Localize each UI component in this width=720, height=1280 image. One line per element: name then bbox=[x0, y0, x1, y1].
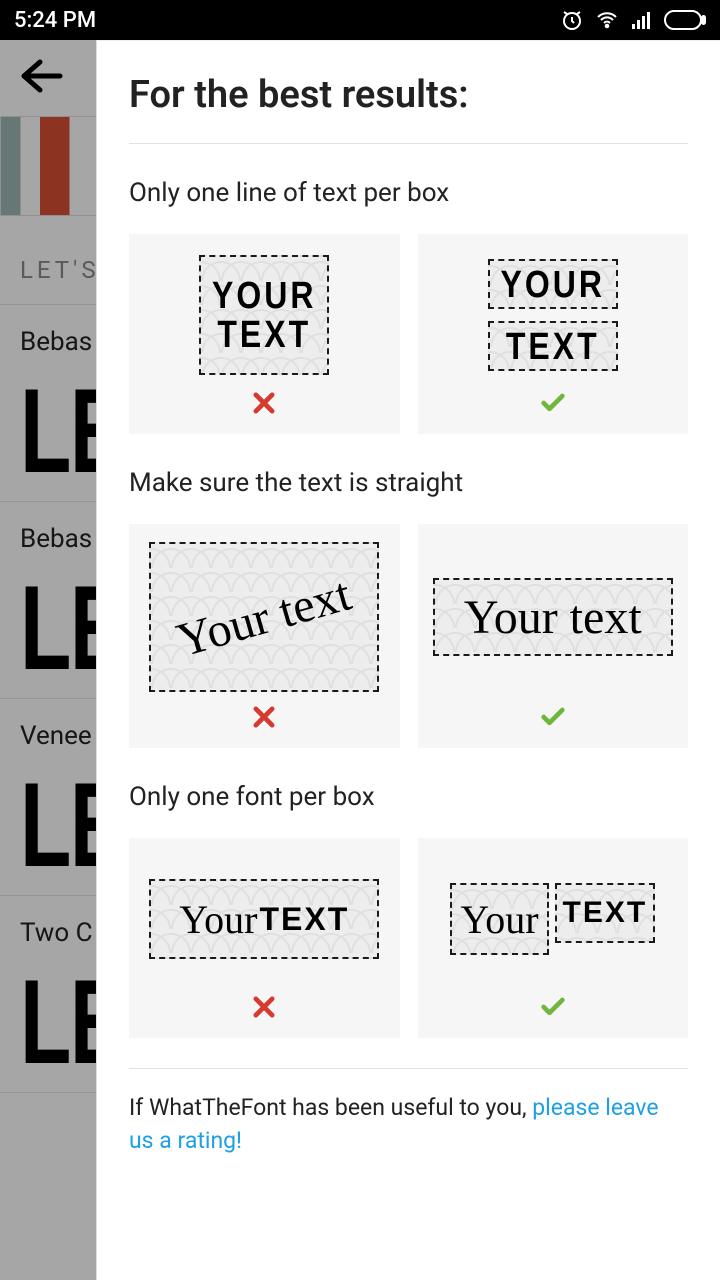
sample-text: TEXT bbox=[217, 312, 311, 356]
right-example: Your text bbox=[433, 578, 673, 656]
sample-text: Your bbox=[179, 896, 257, 943]
tip-title: Only one font per box bbox=[129, 782, 688, 812]
status-icons bbox=[560, 8, 706, 32]
cross-icon bbox=[250, 386, 278, 420]
footer-text: If WhatTheFont has been useful to you, p… bbox=[129, 1068, 688, 1158]
wrong-example: Your TEXT bbox=[149, 879, 379, 959]
cross-icon bbox=[250, 700, 278, 734]
wrong-example: Your text bbox=[149, 542, 379, 692]
check-icon bbox=[537, 990, 569, 1024]
sample-text: Your text bbox=[171, 566, 357, 668]
tip-wrong-card: Your TEXT bbox=[129, 838, 400, 1038]
sample-text: Your text bbox=[464, 590, 642, 645]
right-example: Your bbox=[450, 883, 548, 955]
tip-title: Make sure the text is straight bbox=[129, 468, 688, 498]
tips-sheet: For the best results: Only one line of t… bbox=[96, 40, 720, 1280]
sheet-title: For the best results: bbox=[129, 73, 688, 144]
tip-right-card: Your text bbox=[418, 524, 689, 748]
tip-straight-text: Make sure the text is straight Your text bbox=[129, 434, 688, 748]
tip-right-card: Your TEXT bbox=[418, 838, 689, 1038]
wrong-example: YOUR TEXT bbox=[199, 255, 329, 375]
signal-icon bbox=[630, 8, 654, 32]
right-example: YOUR bbox=[488, 259, 618, 309]
tip-one-line: Only one line of text per box YOUR TEXT bbox=[129, 144, 688, 434]
footer-prefix: If WhatTheFont has been useful to you, bbox=[129, 1094, 532, 1121]
tip-title: Only one line of text per box bbox=[129, 178, 688, 208]
sample-text: YOUR bbox=[501, 262, 605, 306]
right-example: TEXT bbox=[555, 883, 656, 943]
check-icon bbox=[537, 700, 569, 734]
status-time: 5:24 PM bbox=[14, 8, 96, 33]
sample-text: TEXT bbox=[506, 324, 600, 368]
alarm-icon bbox=[560, 8, 584, 32]
sample-text: TEXT bbox=[259, 901, 349, 938]
sample-text: TEXT bbox=[563, 896, 648, 930]
right-example: TEXT bbox=[488, 321, 618, 371]
sample-text: YOUR bbox=[212, 273, 316, 317]
battery-icon bbox=[664, 10, 706, 30]
tip-right-card: YOUR TEXT bbox=[418, 234, 689, 434]
sample-text: Your bbox=[460, 896, 538, 943]
check-icon bbox=[537, 386, 569, 420]
tip-wrong-card: YOUR TEXT bbox=[129, 234, 400, 434]
tip-wrong-card: Your text bbox=[129, 524, 400, 748]
status-bar: 5:24 PM bbox=[0, 0, 720, 40]
tip-one-font: Only one font per box Your TEXT bbox=[129, 748, 688, 1038]
cross-icon bbox=[250, 990, 278, 1024]
wifi-icon bbox=[594, 8, 620, 32]
